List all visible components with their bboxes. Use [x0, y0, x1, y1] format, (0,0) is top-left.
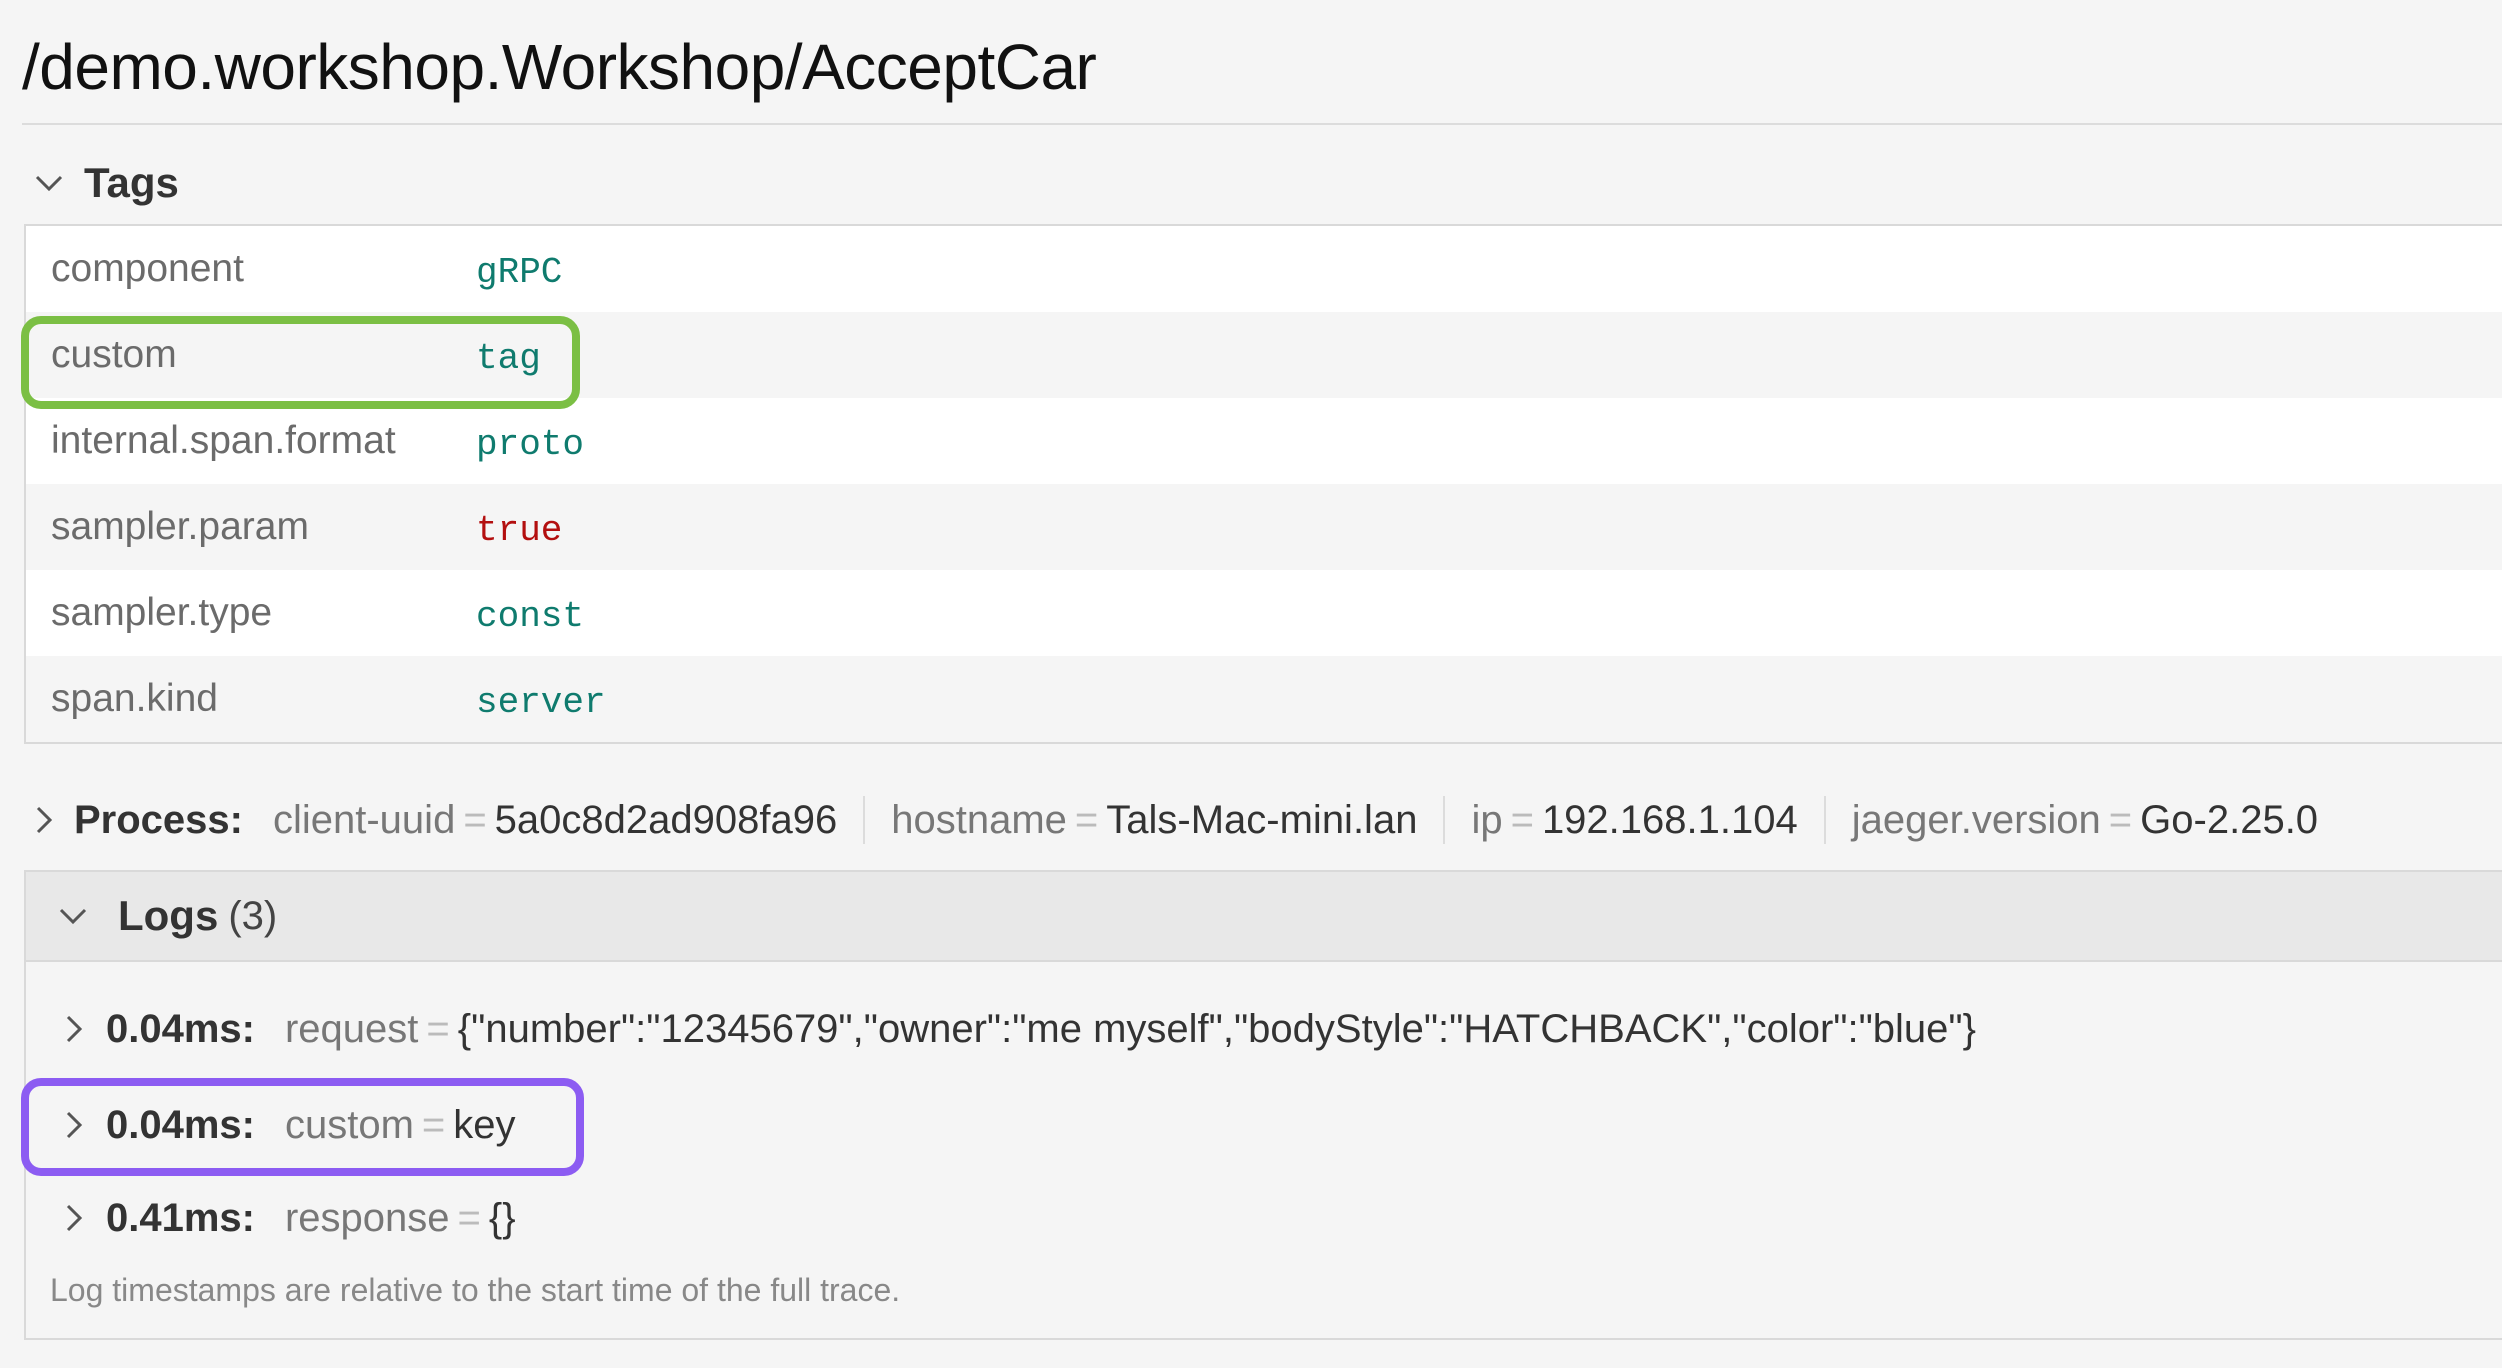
equals-sign: = — [2108, 797, 2133, 842]
tag-value: server — [476, 681, 606, 723]
process-item: client-uuid = 5a0c8d2ad908fa96 — [273, 798, 837, 843]
log-value: {"number":"12345679","owner":"me myself"… — [457, 1006, 1976, 1051]
log-entry[interactable]: 0.41ms: response = {} — [64, 1188, 516, 1248]
process-item: jaeger.version = Go-2.25.0 — [1852, 798, 2318, 843]
tag-row: span.kind server — [26, 656, 2502, 742]
process-key: jaeger.version — [1851, 797, 2101, 842]
tag-key: span.kind — [51, 677, 218, 720]
tag-key: component — [51, 247, 244, 290]
logs-toggle[interactable]: Logs (3) — [26, 872, 2502, 962]
process-key: ip — [1471, 797, 1503, 842]
log-entry[interactable]: 0.04ms: request = {"number":"12345679","… — [64, 999, 1976, 1059]
tag-key: internal.span.format — [51, 419, 396, 462]
log-key: request — [284, 1006, 419, 1051]
chevron-down-icon — [34, 173, 64, 193]
log-key: response — [284, 1195, 450, 1240]
custom-tag-highlight — [21, 316, 580, 409]
log-time: 0.41ms: — [106, 1195, 255, 1240]
log-field: response = {} — [285, 1196, 516, 1241]
equals-sign: = — [1510, 797, 1534, 842]
chevron-right-icon — [64, 1014, 84, 1044]
page-title: /demo.workshop.Workshop/AcceptCar — [22, 31, 1097, 103]
divider — [1443, 796, 1446, 844]
logs-count: (3) — [228, 893, 278, 938]
process-value: Go-2.25.0 — [2140, 797, 2319, 842]
tag-row: sampler.param true — [26, 484, 2502, 570]
divider — [1823, 796, 1826, 844]
log-value: {} — [488, 1195, 516, 1240]
custom-log-highlight — [21, 1078, 584, 1176]
divider — [863, 796, 866, 844]
tags-heading: Tags — [84, 159, 179, 206]
log-time: 0.04ms: — [106, 1006, 255, 1051]
log-field: request = {"number":"12345679","owner":"… — [285, 1007, 1976, 1052]
tag-value: const — [476, 595, 585, 637]
tag-value: proto — [476, 423, 585, 465]
process-value: Tals-Mac-mini.lan — [1106, 797, 1418, 842]
equals-sign: = — [426, 1006, 450, 1051]
logs-footnote: Log timestamps are relative to the start… — [50, 1272, 901, 1308]
tag-key: sampler.param — [51, 505, 309, 548]
tag-key: sampler.type — [51, 591, 273, 634]
chevron-down-icon — [58, 906, 88, 926]
process-value: 192.168.1.104 — [1541, 797, 1798, 842]
process-key: hostname — [891, 797, 1067, 842]
equals-sign: = — [457, 1195, 481, 1240]
tag-row: internal.span.format proto — [26, 398, 2502, 484]
process-value: 5a0c8d2ad908fa96 — [494, 797, 838, 842]
process-label: Process: — [74, 797, 243, 842]
process-item: hostname = Tals-Mac-mini.lan — [891, 798, 1417, 843]
equals-sign: = — [463, 797, 487, 842]
process-toggle[interactable]: Process: client-uuid = 5a0c8d2ad908fa96 … — [34, 790, 2318, 850]
chevron-right-icon — [64, 1203, 84, 1233]
tag-value: gRPC — [476, 251, 563, 293]
process-item: ip = 192.168.1.104 — [1471, 798, 1797, 843]
title-divider — [22, 123, 2502, 125]
tag-row: component gRPC — [26, 226, 2502, 312]
chevron-right-icon — [34, 805, 54, 835]
process-key: client-uuid — [272, 797, 456, 842]
tag-row: sampler.type const — [26, 570, 2502, 656]
tags-table: component gRPC custom tag internal.span.… — [24, 224, 2502, 744]
logs-heading: Logs — [118, 892, 219, 939]
tags-toggle[interactable]: Tags — [34, 155, 179, 211]
equals-sign: = — [1074, 797, 1099, 842]
tag-value: true — [476, 509, 563, 551]
